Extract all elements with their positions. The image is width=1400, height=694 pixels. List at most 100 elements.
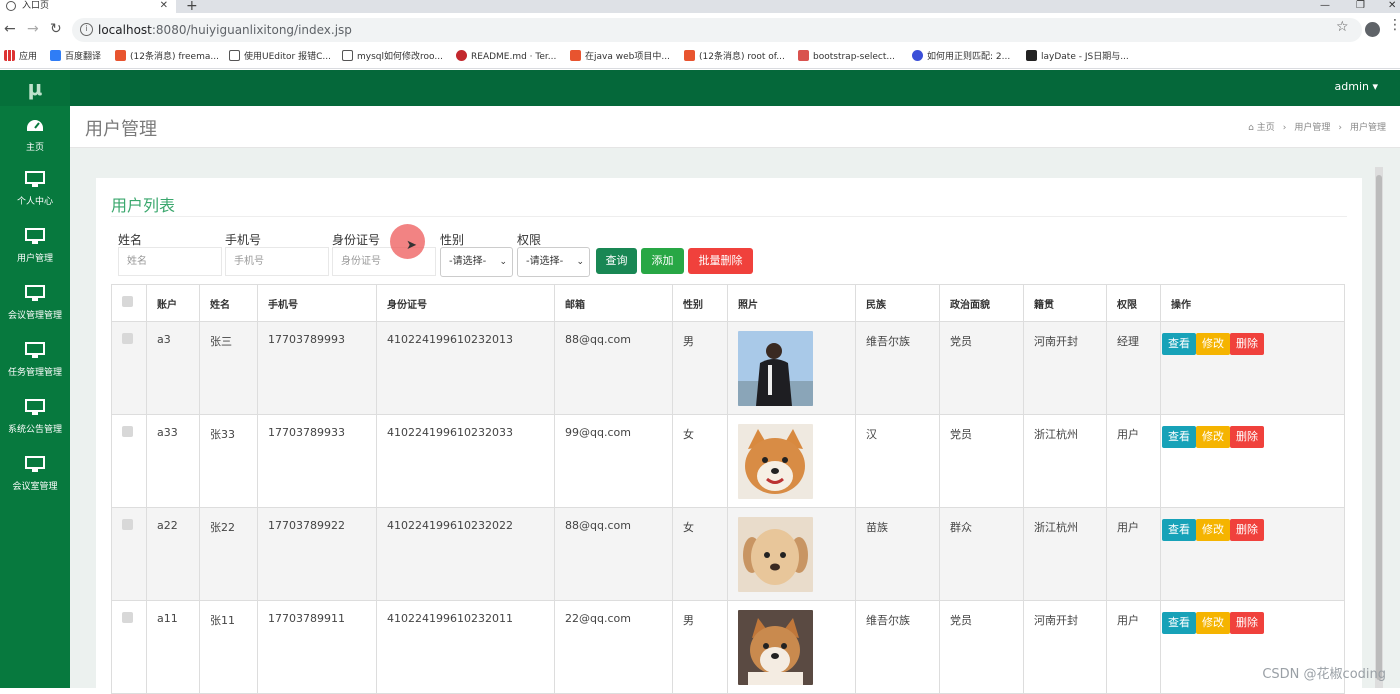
cell-ethnicity: 汉 [855,414,940,508]
cell-role: 用户 [1106,414,1161,508]
bookmark-item[interactable]: 在java web项目中... [570,50,670,64]
browser-tab-strip: 入口页 ✕ + — ❐ ✕ [0,0,1400,14]
close-tab-icon[interactable]: ✕ [160,0,168,12]
view-button[interactable]: 查看 [1162,612,1196,634]
bookmarks-bar: 应用 百度翻译 (12条消息) freema... 使用UEditor 报错C.… [0,46,1400,69]
bookmark-item[interactable]: 百度翻译 [50,50,101,64]
bookmark-apps[interactable]: 应用 [4,50,37,64]
baidu-icon [912,50,923,61]
name-label: 姓名 [118,233,143,247]
sidebar-item-label: 用户管理 [16,254,53,264]
column-header: 民族 [855,284,940,322]
info-icon[interactable]: i [80,23,93,36]
cell-hometown: 河南开封 [1023,321,1107,415]
row-checkbox[interactable] [122,333,133,344]
cell-role: 用户 [1106,600,1161,694]
name-input[interactable]: 姓名 [118,247,222,276]
url-path: :8080/huiyiguanlixitong/index.jsp [151,23,352,37]
cell-political: 党员 [939,414,1024,508]
scrollbar[interactable] [1375,167,1383,688]
home-icon: ⌂ [1248,123,1254,133]
sidebar-item-task-management[interactable]: 任务管理管理 [0,333,70,390]
view-button[interactable]: 查看 [1162,519,1196,541]
edit-button[interactable]: 修改 [1196,612,1230,634]
cell-hometown: 浙江杭州 [1023,414,1107,508]
delete-button[interactable]: 删除 [1230,333,1264,355]
app-logo[interactable]: μ [0,70,70,106]
browser-tab[interactable]: 入口页 ✕ [0,0,176,13]
select-all-checkbox[interactable] [122,296,133,307]
row-checkbox[interactable] [122,612,133,623]
bookmark-star-icon[interactable]: ☆ [1336,19,1349,35]
gender-select[interactable]: -请选择- ⌄ [440,247,513,277]
delete-button[interactable]: 删除 [1230,519,1264,541]
cell-ethnicity: 苗族 [855,507,940,601]
breadcrumb-item[interactable]: 用户管理 [1294,123,1330,133]
profile-avatar-icon[interactable] [1365,22,1380,37]
divider [111,216,1347,217]
sidebar-item-home[interactable]: 主页 [0,110,70,167]
cell-role: 经理 [1106,321,1161,415]
edit-button[interactable]: 修改 [1196,333,1230,355]
forward-icon[interactable]: → [27,21,39,37]
person-photo [738,331,813,406]
column-header: 照片 [727,284,856,322]
search-button[interactable]: 查询 [596,248,637,274]
monitor-icon [25,285,45,301]
row-checkbox[interactable] [122,519,133,530]
delete-button[interactable]: 删除 [1230,426,1264,448]
edit-button[interactable]: 修改 [1196,519,1230,541]
cell-idcard: 410224199610232011 [376,600,555,694]
admin-menu[interactable]: admin ▾ [1335,80,1378,93]
bookmark-item[interactable]: (12条消息) root of... [684,50,785,64]
bookmark-item[interactable]: 使用UEditor 报错C... [229,50,331,64]
add-button[interactable]: 添加 [641,248,684,274]
gitee-icon [456,50,467,61]
row-checkbox[interactable] [122,426,133,437]
cell-name: 张三 [199,321,258,415]
minimize-icon[interactable]: — [1320,0,1330,11]
bookmark-item[interactable]: bootstrap-select... [798,50,895,64]
bookmark-item[interactable]: 如何用正则匹配: 2... [912,50,1010,64]
cell-phone: 17703789993 [257,321,377,415]
bookmark-item[interactable]: layDate - JS日期与... [1026,50,1129,64]
delete-button[interactable]: 删除 [1230,612,1264,634]
breadcrumb-home[interactable]: 主页 [1257,123,1275,133]
role-select[interactable]: -请选择- ⌄ [517,247,590,277]
csdn-icon [115,50,126,61]
sidebar-item-label: 主页 [25,143,44,153]
back-icon[interactable]: ← [4,21,16,37]
sidebar-item-user-management[interactable]: 用户管理 [0,219,70,276]
monitor-icon [25,228,45,244]
monitor-icon [25,171,45,187]
edit-button[interactable]: 修改 [1196,426,1230,448]
role-label: 权限 [517,233,542,247]
cell-account: a22 [146,507,200,601]
batch-delete-button[interactable]: 批量删除 [688,248,753,274]
cell-email: 22@qq.com [554,600,673,694]
column-header: 籍贯 [1023,284,1107,322]
bookmark-item[interactable]: (12条消息) freema... [115,50,219,64]
cell-role: 用户 [1106,507,1161,601]
view-button[interactable]: 查看 [1162,426,1196,448]
restore-icon[interactable]: ❐ [1356,0,1365,11]
menu-icon[interactable]: ⋮ [1388,18,1400,32]
sidebar-item-meeting-rooms[interactable]: 会议室管理 [0,447,70,504]
user-table: 账户 姓名 手机号 身份证号 邮箱 性别 照片 民族 政治面貌 籍贯 权限 操作… [111,284,1345,694]
shiba-photo [738,424,813,499]
new-tab-icon[interactable]: + [186,0,198,14]
cell-phone: 17703789933 [257,414,377,508]
view-button[interactable]: 查看 [1162,333,1196,355]
page-icon [342,50,353,61]
address-bar[interactable]: i localhost:8080/huiyiguanlixitong/index… [72,18,1362,42]
sidebar-item-personal-center[interactable]: 个人中心 [0,162,70,219]
scrollbar-thumb[interactable] [1376,175,1382,680]
phone-input[interactable]: 手机号 [225,247,329,276]
bookmark-item[interactable]: mysql如何修改roo... [342,50,443,64]
sidebar-item-meeting-management[interactable]: 会议管理管理 [0,276,70,333]
sidebar-item-announcements[interactable]: 系统公告管理 [0,390,70,447]
cell-name: 张22 [199,507,258,601]
reload-icon[interactable]: ↻ [50,21,62,37]
bookmark-item[interactable]: README.md · Ter... [456,50,556,64]
close-window-icon[interactable]: ✕ [1388,0,1396,11]
